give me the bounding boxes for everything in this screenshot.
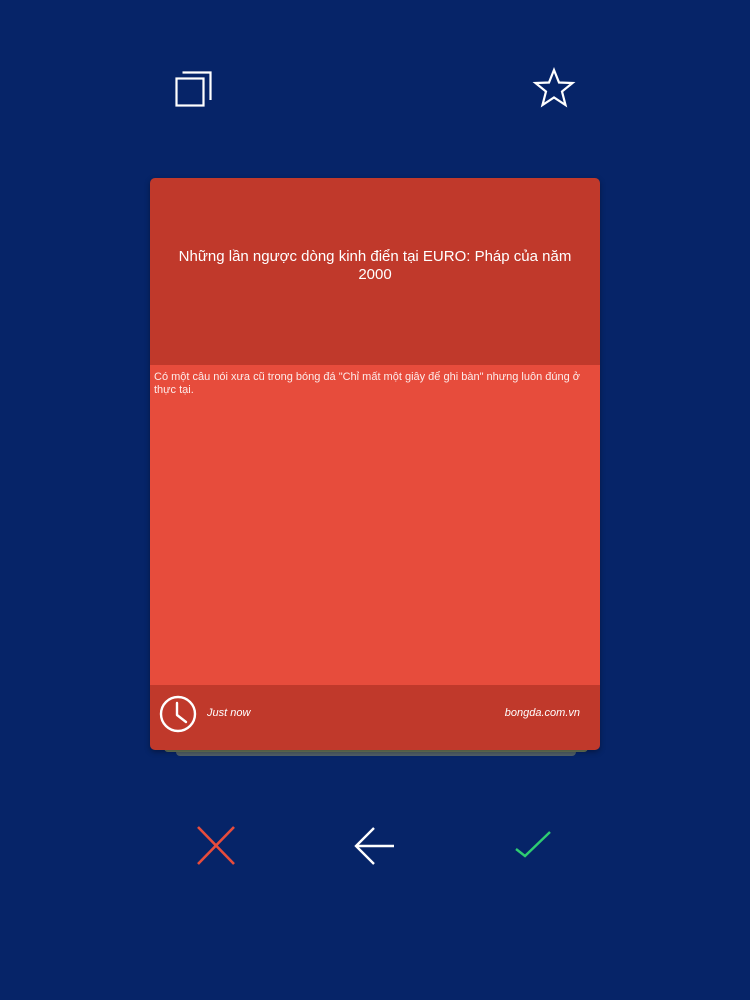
- article-time: Just now: [207, 707, 251, 719]
- article-source: bongda.com.vn: [504, 707, 580, 719]
- arrow-left-icon: [354, 827, 394, 865]
- article-card[interactable]: Những lần ngược dòng kinh điển tại EURO:…: [150, 178, 600, 750]
- clock-icon: [158, 694, 198, 734]
- copy-icon: [175, 71, 212, 107]
- reject-button[interactable]: [194, 824, 238, 868]
- star-icon: [532, 67, 576, 108]
- favorite-button[interactable]: [532, 66, 576, 110]
- card-footer: Just now bongda.com.vn: [150, 685, 600, 750]
- accept-button[interactable]: [511, 824, 555, 868]
- back-button[interactable]: [352, 824, 396, 868]
- copy-button[interactable]: [172, 66, 216, 110]
- close-icon: [197, 826, 235, 865]
- card-header: Những lần ngược dòng kinh điển tại EURO:…: [150, 178, 600, 365]
- check-icon: [515, 831, 551, 858]
- card-body: Có một câu nói xưa cũ trong bóng đá "Chỉ…: [150, 365, 600, 685]
- article-excerpt: Có một câu nói xưa cũ trong bóng đá "Chỉ…: [154, 371, 581, 396]
- article-title: Những lần ngược dòng kinh điển tại EURO:…: [178, 247, 572, 283]
